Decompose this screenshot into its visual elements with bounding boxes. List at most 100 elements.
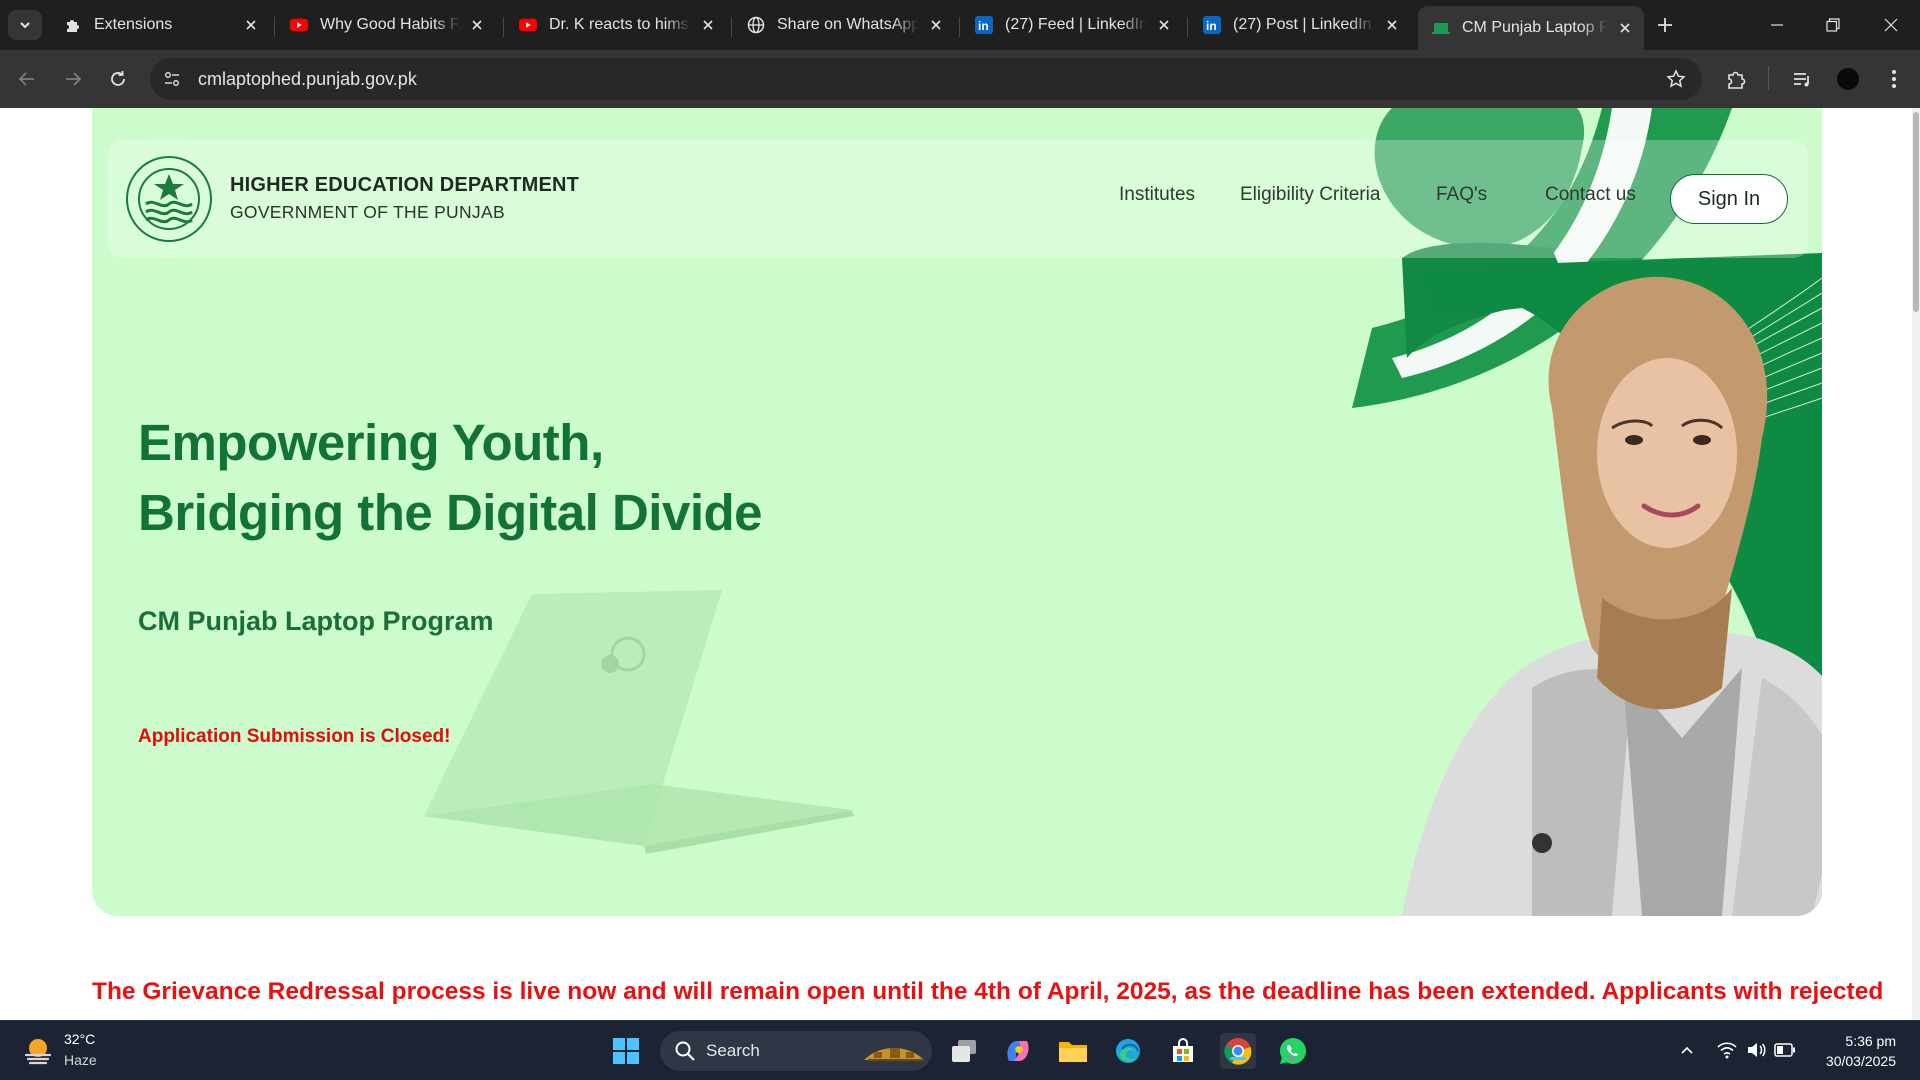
profile-avatar[interactable] [1834,65,1862,93]
reload-icon [111,71,125,86]
open-app-indicator [1288,1057,1296,1060]
close-icon[interactable] [1616,19,1634,37]
avatar-icon [1837,68,1859,90]
search-highlight-icon [864,1048,924,1061]
chief-minister-portrait [1402,276,1822,916]
nav-contact-us[interactable]: Contact us [1545,184,1636,206]
url-text[interactable]: cmlaptophed.punjab.gov.pk [198,69,417,90]
edge-button[interactable] [1110,1033,1146,1069]
network-button[interactable] [1716,1039,1738,1061]
linkedin-icon: in [975,16,993,34]
windows-logo-icon [613,1038,639,1064]
grievance-notice: The Grievance Redressal process is live … [92,978,1884,1005]
chevron-up-icon [1681,1046,1693,1054]
search-icon [675,1041,695,1061]
media-controls-button[interactable] [1788,65,1816,93]
task-view-icon [952,1040,976,1062]
tab-title: Dr. K reacts to himsel [549,16,691,33]
close-icon[interactable] [927,16,945,34]
more-vertical-icon [1892,70,1896,88]
close-icon[interactable] [468,16,486,34]
scrollbar-thumb[interactable] [1913,112,1919,312]
battery-button[interactable] [1774,1039,1796,1061]
taskbar-search[interactable]: Search [660,1031,932,1071]
weather-temperature: 32°C [64,1031,96,1047]
puzzle-icon [1728,71,1746,89]
svg-text:in: in [1206,19,1217,33]
chrome-icon [1224,1038,1252,1065]
globe-icon [747,16,765,34]
punjab-hed-logo [126,156,212,242]
close-icon [1884,18,1898,32]
whatsapp-button[interactable] [1275,1033,1311,1069]
close-icon[interactable] [242,16,260,34]
youtube-icon [290,16,308,34]
nav-faqs[interactable]: FAQ's [1436,184,1487,206]
browser-tab[interactable]: Dr. K reacts to himsel [505,7,727,43]
browser-tab[interactable]: Extensions [50,7,270,43]
close-icon[interactable] [699,16,717,34]
site-info-icon[interactable] [156,63,188,95]
nav-eligibility-criteria[interactable]: Eligibility Criteria [1240,184,1380,206]
extensions-button[interactable] [1722,65,1750,93]
back-button[interactable] [12,64,42,94]
file-explorer-button[interactable] [1055,1033,1091,1069]
task-view-button[interactable] [946,1033,982,1069]
close-window-button[interactable] [1868,10,1914,40]
hero-headline: Empowering Youth, Bridging the Digital D… [138,408,763,548]
browser-toolbar: cmlaptophed.punjab.gov.pk [0,50,1920,108]
nav-institutes[interactable]: Institutes [1119,184,1195,206]
reload-button[interactable] [103,64,133,94]
tab-title: (27) Post | LinkedIn [1233,16,1372,33]
media-queue-icon [1794,73,1809,87]
clock-date: 30/03/2025 [1825,1053,1896,1069]
copilot-icon [1007,1041,1029,1061]
sign-in-button[interactable]: Sign In [1670,174,1788,224]
browser-tab[interactable]: Share on WhatsApp [733,7,955,43]
weather-condition: Haze [64,1052,97,1068]
start-button[interactable] [608,1033,644,1069]
program-title: CM Punjab Laptop Program [138,606,494,636]
clock-time: 5:36 pm [1845,1033,1896,1049]
edge-icon [1116,1039,1140,1063]
store-button[interactable] [1165,1033,1201,1069]
file-explorer-icon [1059,1042,1087,1062]
show-hidden-icons-button[interactable] [1676,1039,1698,1061]
system-clock[interactable]: 5:36 pm 30/03/2025 [1826,1031,1896,1071]
browser-tab[interactable]: in (27) Post | LinkedIn [1189,7,1411,43]
tab-title: Why Good Habits Ra [320,16,460,33]
browser-tab-active[interactable]: CM Punjab Laptop Pr [1418,6,1644,50]
bookmark-star-icon[interactable] [1666,69,1686,89]
wifi-icon [1717,1042,1737,1059]
browser-menu-button[interactable] [1880,65,1908,93]
submission-status: Application Submission is Closed! [138,726,451,747]
restore-button[interactable] [1810,10,1856,40]
restore-icon [1826,18,1840,32]
youtube-icon [519,16,537,34]
chrome-button[interactable] [1220,1033,1256,1069]
tab-search-button[interactable] [8,10,42,40]
address-bar[interactable]: cmlaptophed.punjab.gov.pk [150,58,1702,100]
browser-tab[interactable]: Why Good Habits Ra [276,7,496,43]
headline-line-2: Bridging the Digital Divide [138,484,763,541]
forward-button[interactable] [58,64,88,94]
whatsapp-icon [1280,1038,1307,1064]
browser-tab-strip: Extensions Why Good Habits Ra Dr. K reac… [0,0,1920,50]
new-tab-button[interactable] [1652,12,1678,38]
puzzle-icon [64,16,82,34]
minimize-icon [1771,24,1783,26]
svg-text:in: in [978,19,989,33]
page-viewport: HIGHER EDUCATION DEPARTMENT GOVERNMENT O… [0,108,1920,1020]
volume-icon [1748,1043,1766,1057]
store-icon [1173,1038,1193,1062]
tab-title: Share on WhatsApp [777,16,919,33]
close-icon[interactable] [1155,16,1173,34]
minimize-button[interactable] [1754,10,1800,40]
close-icon[interactable] [1383,16,1401,34]
browser-tab[interactable]: in (27) Feed | LinkedIn [961,7,1183,43]
haze-weather-icon[interactable] [22,1035,54,1067]
arrow-right-icon [66,72,82,86]
copilot-button[interactable] [1000,1033,1036,1069]
plus-icon [1658,18,1672,32]
volume-button[interactable] [1745,1039,1767,1061]
